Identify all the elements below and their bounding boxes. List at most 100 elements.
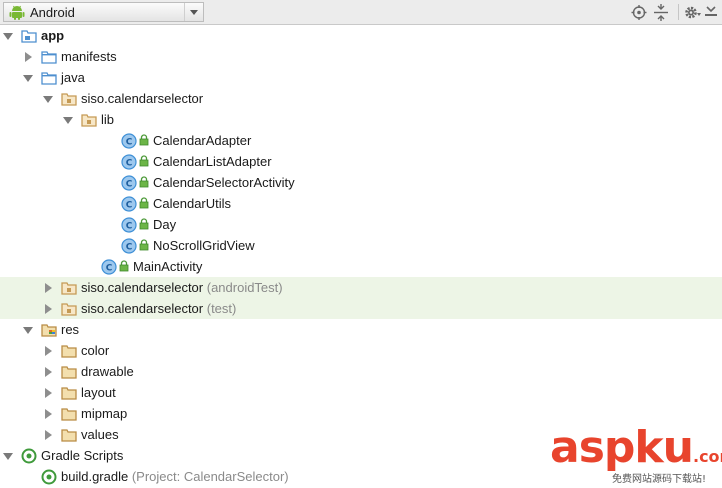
tree-row[interactable]: color	[0, 340, 722, 361]
tree-row-label: siso.calendarselector (test)	[81, 301, 237, 316]
folder-brown-icon	[61, 406, 77, 422]
tree-row-label: siso.calendarselector (androidTest)	[81, 280, 283, 295]
tree-row-suffix: (androidTest)	[203, 280, 283, 295]
tree-row[interactable]: C Day	[0, 214, 722, 235]
tree-row-label: build.gradle (Project: CalendarSelector)	[61, 469, 289, 484]
tree-row[interactable]: siso.calendarselector (test)	[0, 298, 722, 319]
collapsed-arrow-icon[interactable]	[43, 430, 53, 440]
lock-icon	[139, 155, 149, 167]
collapsed-arrow-icon[interactable]	[43, 367, 53, 377]
folder-brown-icon	[61, 364, 77, 380]
folder-brown-icon	[61, 427, 77, 443]
package-icon	[81, 112, 97, 128]
tree-row[interactable]: C CalendarSelectorActivity	[0, 172, 722, 193]
collapsed-arrow-icon[interactable]	[43, 304, 53, 314]
class-icon: C	[121, 238, 137, 254]
tree-row-label: siso.calendarselector	[81, 91, 204, 106]
res-folder-icon	[41, 322, 57, 338]
tree-row-label: layout	[81, 385, 116, 400]
tree-row[interactable]: C CalendarAdapter	[0, 130, 722, 151]
tree-row-label: CalendarSelectorActivity	[153, 175, 295, 190]
collapsed-arrow-icon[interactable]	[43, 409, 53, 419]
folder-icon	[41, 70, 57, 86]
svg-text:C: C	[126, 180, 133, 190]
project-view-label: Android	[30, 5, 75, 20]
svg-text:C: C	[126, 201, 133, 211]
locate-icon[interactable]	[630, 4, 648, 21]
tree-row[interactable]: res	[0, 319, 722, 340]
tree-row-label: lib	[101, 112, 115, 127]
tree-row[interactable]: siso.calendarselector	[0, 88, 722, 109]
tree-row[interactable]: java	[0, 67, 722, 88]
tree-row[interactable]: siso.calendarselector (androidTest)	[0, 277, 722, 298]
tree-row[interactable]: app	[0, 25, 722, 46]
expanded-arrow-icon[interactable]	[63, 115, 73, 125]
dropdown-arrow-icon[interactable]	[184, 3, 203, 21]
watermark: aspku.com 免费网站源码下载站!	[550, 422, 722, 488]
collapsed-arrow-icon[interactable]	[43, 346, 53, 356]
tree-row[interactable]: lib	[0, 109, 722, 130]
collapsed-arrow-icon[interactable]	[43, 388, 53, 398]
watermark-tagline: 免费网站源码下载站!	[612, 474, 707, 485]
tree-row-label: Gradle Scripts	[41, 448, 124, 463]
module-icon	[21, 28, 37, 44]
lock-icon	[139, 134, 149, 146]
tree-row[interactable]: drawable	[0, 361, 722, 382]
tree-row-label: CalendarAdapter	[153, 133, 252, 148]
package-icon	[61, 91, 77, 107]
expanded-arrow-icon[interactable]	[3, 31, 13, 41]
lock-icon	[119, 260, 129, 272]
tree-row[interactable]: C CalendarListAdapter	[0, 151, 722, 172]
gradle-icon	[21, 448, 37, 464]
tree-row-suffix: (test)	[203, 301, 237, 316]
collapse-all-icon[interactable]	[652, 4, 670, 21]
collapsed-arrow-icon[interactable]	[43, 283, 53, 293]
tree-row[interactable]: manifests	[0, 46, 722, 67]
tree-row-label: res	[61, 322, 80, 337]
tree-row-suffix: (Project: CalendarSelector)	[128, 469, 289, 484]
folder-icon	[41, 49, 57, 65]
project-toolbar: Android	[0, 0, 722, 25]
expanded-arrow-icon[interactable]	[23, 325, 33, 335]
svg-text:C: C	[126, 138, 133, 148]
tree-row-label: Day	[153, 217, 177, 232]
package-icon	[61, 301, 77, 317]
project-view-selector[interactable]: Android	[3, 2, 204, 22]
class-icon: C	[101, 259, 117, 275]
tree-row[interactable]: mipmap	[0, 403, 722, 424]
class-icon: C	[121, 217, 137, 233]
svg-text:C: C	[126, 222, 133, 232]
svg-text:C: C	[126, 159, 133, 169]
tree-row-label: mipmap	[81, 406, 128, 421]
lock-icon	[139, 197, 149, 209]
expanded-arrow-icon[interactable]	[43, 94, 53, 104]
tree-row[interactable]: C NoScrollGridView	[0, 235, 722, 256]
expanded-arrow-icon[interactable]	[3, 451, 13, 461]
android-icon	[9, 5, 25, 20]
tree-row-label: app	[41, 28, 65, 43]
tree-row-label: CalendarListAdapter	[153, 154, 272, 169]
class-icon: C	[121, 154, 137, 170]
tree-row[interactable]: layout	[0, 382, 722, 403]
tree-row-label: values	[81, 427, 119, 442]
package-icon	[61, 280, 77, 296]
watermark-logo: aspku.com	[550, 422, 722, 473]
lock-icon	[139, 239, 149, 251]
tree-row-label: CalendarUtils	[153, 196, 232, 211]
svg-text:C: C	[126, 243, 133, 253]
tree-row-label: NoScrollGridView	[153, 238, 255, 253]
lock-icon	[139, 176, 149, 188]
tree-row[interactable]: C CalendarUtils	[0, 193, 722, 214]
class-icon: C	[121, 175, 137, 191]
hide-panel-icon[interactable]	[704, 4, 722, 21]
settings-gear-icon[interactable]	[683, 4, 701, 21]
tree-row-label: drawable	[81, 364, 134, 379]
tree-row-label: manifests	[61, 49, 117, 64]
tree-row-label: color	[81, 343, 110, 358]
tree-row-label: java	[61, 70, 85, 85]
tree-row-label: MainActivity	[133, 259, 203, 274]
expanded-arrow-icon[interactable]	[23, 73, 33, 83]
collapsed-arrow-icon[interactable]	[23, 52, 33, 62]
class-icon: C	[121, 133, 137, 149]
tree-row[interactable]: C MainActivity	[0, 256, 722, 277]
